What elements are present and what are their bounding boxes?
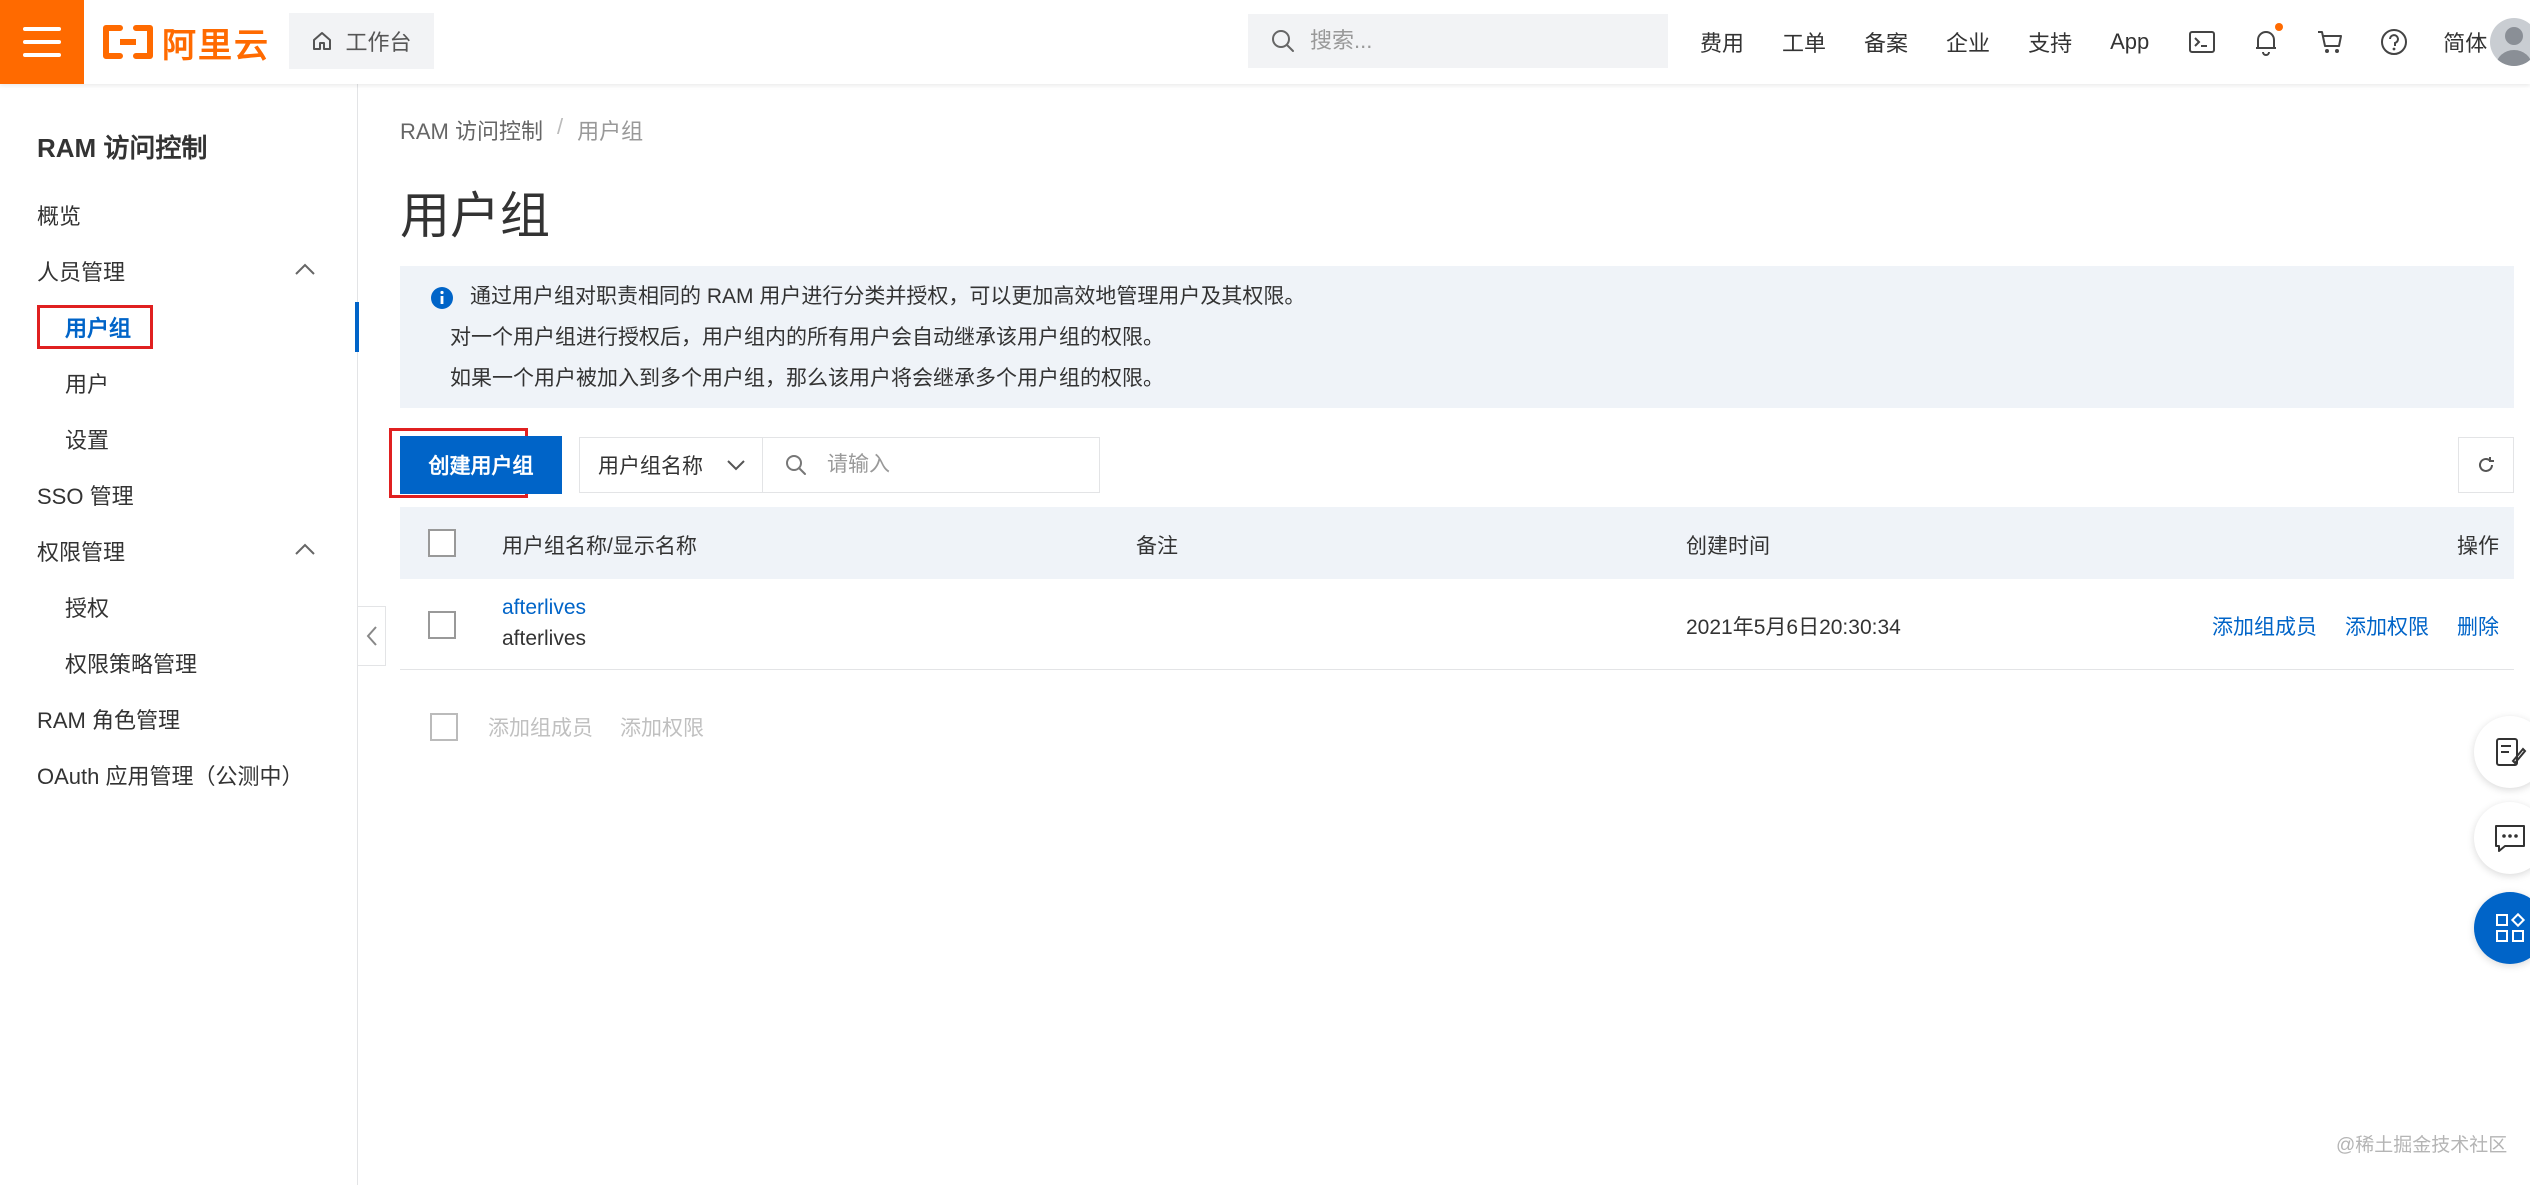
menu-icon[interactable]: [0, 0, 84, 84]
add-permission-link[interactable]: 添加权限: [2345, 611, 2429, 641]
top-nav: 费用 工单 备案 企业 支持 App 简体: [1700, 0, 2525, 84]
sidebar-item-label: 设置: [65, 428, 110, 453]
column-header: 操作: [2457, 535, 2499, 558]
sidebar-item-permissions[interactable]: 权限管理: [0, 526, 358, 576]
search-input[interactable]: [1310, 28, 1630, 54]
bulk-add-members[interactable]: 添加组成员: [488, 712, 593, 742]
chat-icon: [2495, 825, 2525, 852]
sidebar-item-label: SSO 管理: [37, 484, 134, 509]
sidebar-item-oauth[interactable]: OAuth 应用管理（公测中）: [0, 750, 358, 800]
workbench-button[interactable]: 工作台: [289, 13, 434, 69]
sidebar-item-label: 权限策略管理: [65, 652, 198, 677]
info-line: 通过用户组对职责相同的 RAM 用户进行分类并授权，可以更加高效地管理用户及其权…: [470, 285, 1306, 308]
aliyun-logo-icon: [103, 25, 153, 59]
table-row: afterlives afterlives 2021年5月6日20:30:34 …: [400, 580, 2514, 670]
bell-icon[interactable]: [2251, 23, 2284, 57]
sidebar-item-label: 权限管理: [37, 540, 126, 565]
group-display-name: afterlives: [502, 627, 587, 650]
apps-grid-icon: [2496, 912, 2526, 942]
column-header: 创建时间: [1686, 535, 1770, 558]
bulk-select-checkbox[interactable]: [430, 713, 458, 741]
nav-icp[interactable]: 备案: [1864, 26, 1908, 58]
notification-dot: [2275, 23, 2284, 31]
row-checkbox[interactable]: [428, 611, 456, 639]
chevron-left-icon: [366, 626, 377, 646]
delete-link[interactable]: 删除: [2457, 611, 2499, 641]
nav-enterprise[interactable]: 企业: [1946, 26, 1990, 58]
info-line: 如果一个用户被加入到多个用户组，那么该用户将会继承多个用户组的权限。: [450, 367, 1164, 390]
nav-tickets[interactable]: 工单: [1782, 26, 1826, 58]
watermark: @稀土掘金技术社区: [2336, 1135, 2508, 1156]
sidebar-item-label: 授权: [65, 596, 110, 621]
edit-note-icon: [2496, 738, 2527, 766]
chevron-down-icon: [727, 460, 745, 471]
info-line: 对一个用户组进行授权后，用户组内的所有用户会自动继承该用户组的权限。: [450, 326, 1164, 349]
sidebar-item-sso[interactable]: SSO 管理: [0, 470, 358, 520]
nav-fees[interactable]: 费用: [1700, 26, 1744, 58]
breadcrumb: RAM 访问控制 / 用户组: [400, 114, 643, 146]
aliyun-logo[interactable]: 阿里云: [102, 20, 270, 65]
info-icon: [431, 287, 453, 309]
sidebar-item-people[interactable]: 人员管理: [0, 246, 358, 296]
workbench-label: 工作台: [345, 30, 412, 55]
sidebar-item-grants[interactable]: 授权: [0, 582, 358, 632]
column-header: 备注: [1136, 535, 1178, 558]
refresh-icon: [2479, 457, 2494, 472]
sidebar: RAM 访问控制 概览 人员管理 用户组 用户 设置 SSO 管理 权限管理 授…: [0, 84, 359, 1185]
chevron-up-icon: [295, 543, 315, 555]
sidebar-item-settings[interactable]: 设置: [0, 414, 358, 464]
top-bar: 阿里云 工作台 费用 工单 备案 企业 支持 App: [0, 0, 2530, 84]
nav-support[interactable]: 支持: [2028, 26, 2072, 58]
filter-input[interactable]: [827, 453, 1087, 477]
sidebar-item-label: 用户: [65, 372, 110, 397]
info-notice: 通过用户组对职责相同的 RAM 用户进行分类并授权，可以更加高效地管理用户及其权…: [400, 266, 2514, 408]
global-search[interactable]: [1248, 14, 1668, 68]
search-icon: [786, 455, 806, 475]
help-icon[interactable]: [2379, 27, 2409, 57]
sidebar-title: RAM 访问控制: [37, 133, 208, 163]
filter-search[interactable]: [762, 437, 1100, 493]
user-avatar[interactable]: [2490, 18, 2530, 66]
refresh-button[interactable]: [2458, 437, 2514, 493]
chevron-up-icon: [295, 263, 315, 275]
terminal-icon[interactable]: [2187, 27, 2217, 57]
highlight-box: [37, 305, 153, 349]
bulk-actions: 添加组成员 添加权限: [400, 700, 1000, 754]
cart-icon[interactable]: [2315, 27, 2345, 57]
select-all-checkbox[interactable]: [428, 529, 456, 557]
breadcrumb-current: 用户组: [577, 119, 644, 144]
sidebar-item-label: 人员管理: [37, 260, 126, 285]
sidebar-collapse-button[interactable]: [358, 606, 386, 666]
bulk-add-permission[interactable]: 添加权限: [620, 712, 704, 742]
sidebar-item-label: RAM 角色管理: [37, 708, 181, 733]
add-members-link[interactable]: 添加组成员: [2212, 611, 2317, 641]
sidebar-item-label: OAuth 应用管理（公测中）: [37, 764, 304, 789]
logo-text: 阿里云: [162, 26, 270, 65]
group-created-time: 2021年5月6日20:30:34: [1686, 616, 1901, 639]
breadcrumb-separator: /: [557, 114, 564, 139]
sidebar-item-users[interactable]: 用户: [0, 358, 358, 408]
search-icon: [1272, 30, 1294, 52]
home-icon: [313, 32, 332, 50]
apps-button[interactable]: [2474, 892, 2530, 964]
sidebar-item-policies[interactable]: 权限策略管理: [0, 638, 358, 688]
chat-button[interactable]: [2474, 802, 2530, 874]
sidebar-item-roles[interactable]: RAM 角色管理: [0, 694, 358, 744]
sidebar-item-label: 概览: [37, 204, 82, 229]
breadcrumb-root[interactable]: RAM 访问控制: [400, 114, 543, 146]
page-title: 用户组: [400, 188, 550, 244]
column-header: 用户组名称/显示名称: [502, 535, 697, 558]
nav-app[interactable]: App: [2110, 29, 2149, 55]
feedback-button[interactable]: [2474, 716, 2530, 788]
sidebar-item-overview[interactable]: 概览: [0, 190, 358, 240]
table-header: 用户组名称/显示名称 备注 创建时间 操作: [400, 507, 2514, 579]
filter-field-value: 用户组名称: [598, 455, 703, 478]
language-switch[interactable]: 简体: [2443, 26, 2487, 58]
filter-field-select[interactable]: 用户组名称: [579, 437, 763, 493]
sidebar-item-user-groups[interactable]: 用户组: [0, 302, 359, 352]
create-group-button[interactable]: 创建用户组: [400, 436, 562, 494]
group-name-link[interactable]: afterlives: [502, 596, 586, 620]
active-indicator: [355, 302, 359, 352]
